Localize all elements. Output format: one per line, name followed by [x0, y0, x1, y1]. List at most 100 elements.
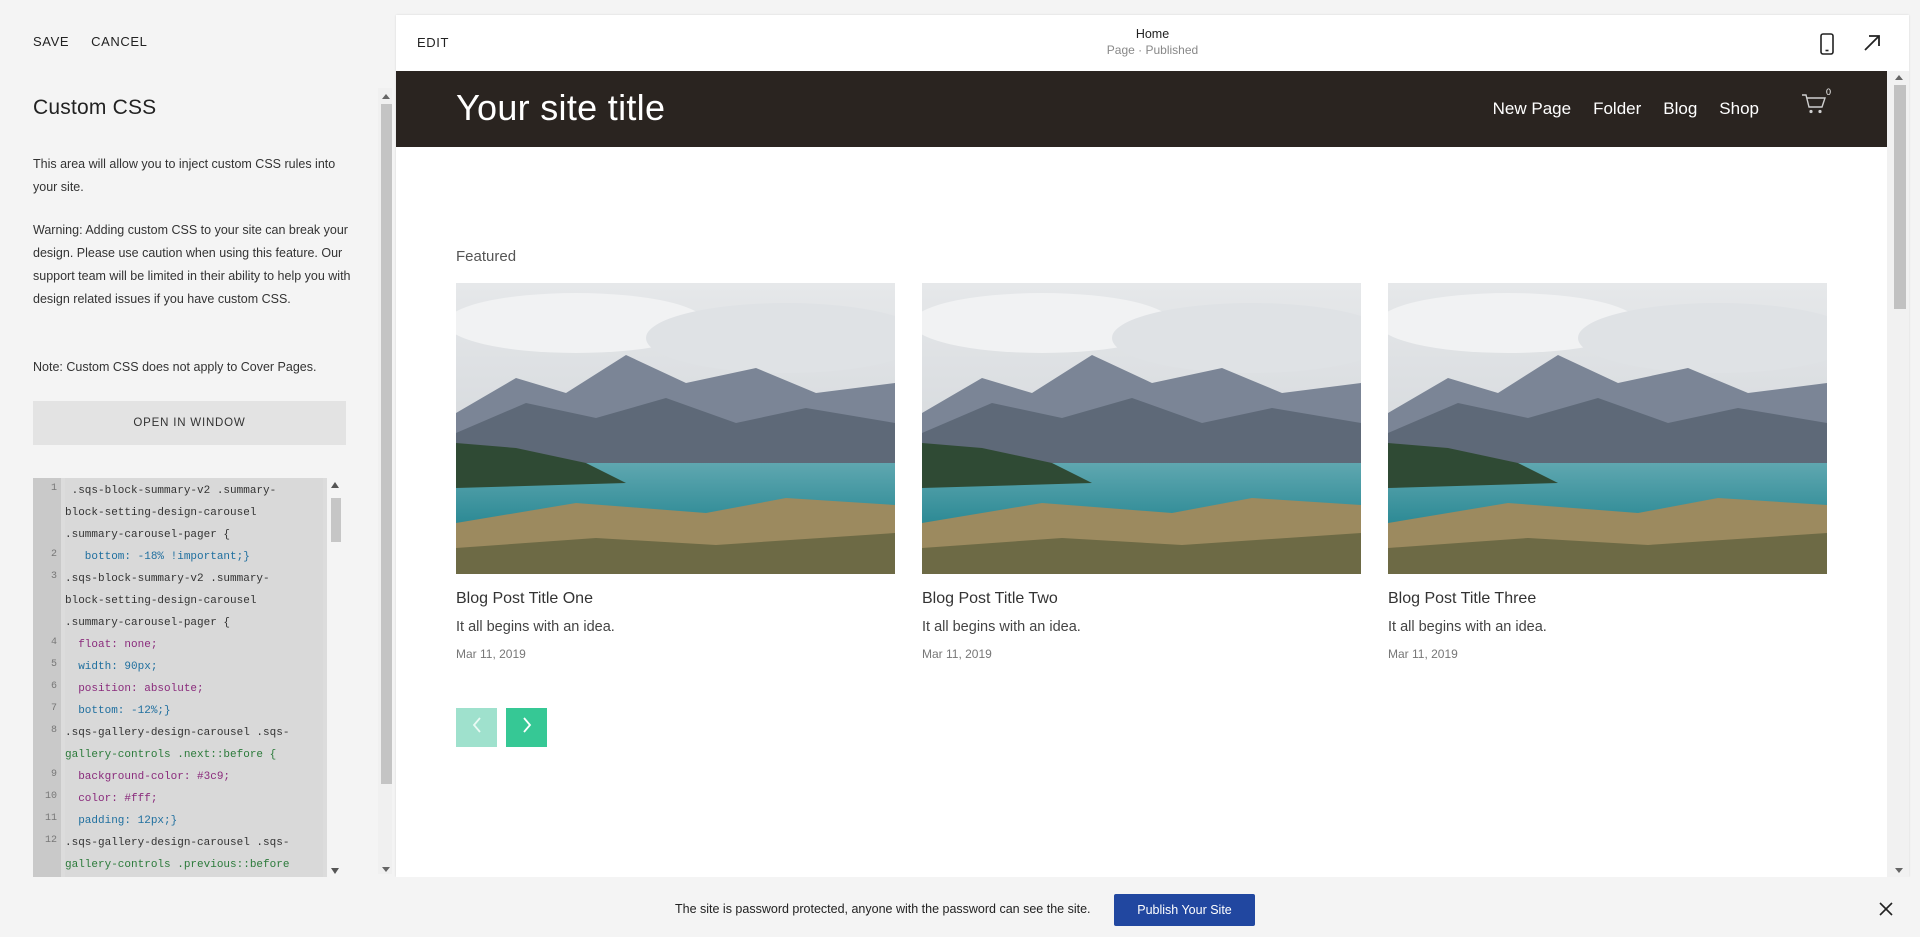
post-image[interactable] — [922, 283, 1361, 574]
line-number: 7 — [50, 703, 57, 714]
code-text-segment: .sqs-gallery-design-carousel .sqs- — [65, 837, 290, 849]
code-text-segment: position: absolute; — [65, 683, 204, 695]
code-text-segment: float: none; — [65, 639, 158, 651]
post-title[interactable]: Blog Post Title One — [456, 589, 895, 609]
scroll-up-arrow-icon[interactable] — [331, 482, 339, 488]
line-number: 4 — [50, 637, 57, 648]
cart-icon[interactable] — [1801, 93, 1827, 120]
line-number: 3 — [50, 571, 57, 582]
code-text-segment: bottom: -18% !important;} — [65, 551, 250, 563]
code-line: block-setting-design-carousel — [65, 502, 323, 524]
code-text-segment: .sqs-block-summary-v2 .summary- — [65, 573, 270, 585]
save-button[interactable]: SAVE — [33, 34, 69, 49]
scroll-up-arrow-icon[interactable] — [382, 94, 390, 99]
code-text-segment: .summary-carousel-pager { — [65, 617, 231, 629]
post-image[interactable] — [456, 283, 895, 574]
site-header: Your site title New Page Folder Blog Sho… — [396, 71, 1887, 147]
blog-post-card[interactable]: Blog Post Title Three It all begins with… — [1388, 283, 1827, 662]
site-title[interactable]: Your site title — [456, 87, 665, 129]
line-number: 12 — [44, 835, 57, 846]
scroll-down-arrow-icon[interactable] — [331, 868, 339, 874]
post-title[interactable]: Blog Post Title Two — [922, 589, 1361, 609]
preview-scrollbar-thumb[interactable] — [1894, 85, 1906, 309]
intro-text: This area will allow you to inject custo… — [33, 157, 336, 194]
blog-post-card[interactable]: Blog Post Title One It all begins with a… — [456, 283, 895, 662]
password-banner: The site is password protected, anyone w… — [0, 877, 1920, 937]
code-text-segment: width: 90px; — [65, 661, 158, 673]
scroll-down-arrow-icon[interactable] — [1895, 868, 1903, 873]
line-number: 6 — [50, 681, 57, 692]
close-icon[interactable] — [1879, 902, 1893, 921]
cart-count: 0 — [1826, 87, 1832, 97]
code-line: 12 .sqs-gallery-design-carousel .sqs- — [45, 832, 323, 854]
nav-item-new-page[interactable]: New Page — [1493, 99, 1571, 119]
code-text-segment: block-setting-design-carousel — [65, 507, 257, 519]
code-text-segment: color: #fff; — [65, 793, 158, 805]
code-line: gallery-controls .next::before { — [65, 744, 323, 766]
line-number: 9 — [50, 769, 57, 780]
site-preview: EDIT Home Page · Published Your site tit… — [396, 15, 1909, 877]
code-scrollbar-thumb[interactable] — [331, 498, 341, 542]
nav-item-folder[interactable]: Folder — [1593, 99, 1641, 119]
scroll-down-arrow-icon[interactable] — [382, 867, 390, 872]
code-line: 8 .sqs-gallery-design-carousel .sqs- — [51, 722, 323, 744]
panel-title: Custom CSS — [33, 96, 157, 119]
scroll-up-arrow-icon[interactable] — [1895, 75, 1903, 80]
carousel-previous-button[interactable] — [456, 708, 497, 747]
line-number: 11 — [44, 813, 57, 824]
code-line: gallery-controls .previous::before — [65, 854, 323, 876]
code-text-segment: gallery-controls .previous::before — [65, 859, 290, 871]
post-excerpt: It all begins with an idea. — [1388, 619, 1547, 635]
mobile-icon[interactable] — [1820, 33, 1834, 60]
nav-item-shop[interactable]: Shop — [1719, 99, 1759, 119]
page-name: Home — [1135, 27, 1170, 41]
code-line: 6 position: absolute; — [51, 678, 323, 700]
code-text-segment: .summary-carousel-pager { — [65, 529, 231, 541]
code-line: 5 width: 90px; — [51, 656, 323, 678]
panel-scrollbar[interactable] — [378, 88, 392, 874]
post-date: Mar 11, 2019 — [456, 647, 526, 661]
code-scrollbar[interactable] — [327, 478, 345, 878]
code-line: .summary-carousel-pager { — [65, 524, 323, 546]
open-in-window-button[interactable]: OPEN IN WINDOW — [33, 401, 346, 445]
chevron-right-icon — [521, 717, 533, 738]
panel-scrollbar-thumb[interactable] — [381, 104, 392, 784]
code-text[interactable]: 1 .sqs-block-summary-v2 .summary- block-… — [45, 478, 323, 878]
code-text-segment: .sqs-gallery-design-carousel .sqs- — [65, 727, 290, 739]
nav-item-blog[interactable]: Blog — [1663, 99, 1697, 119]
note-text: Note: Custom CSS does not apply to Cover… — [33, 360, 317, 374]
post-date: Mar 11, 2019 — [922, 647, 992, 661]
blog-post-card[interactable]: Blog Post Title Two It all begins with a… — [922, 283, 1361, 662]
custom-css-panel: SAVE CANCEL Custom CSS This area will al… — [0, 0, 392, 937]
code-line: 11 padding: 12px;} — [45, 810, 323, 832]
code-line: 7 bottom: -12%;} — [51, 700, 323, 722]
cancel-button[interactable]: CANCEL — [91, 34, 147, 49]
line-number: 8 — [50, 725, 57, 736]
site-nav: New Page Folder Blog Shop — [1493, 99, 1759, 119]
code-line: .summary-carousel-pager { — [65, 612, 323, 634]
code-line: 4 float: none; — [51, 634, 323, 656]
carousel-next-button[interactable] — [506, 708, 547, 747]
line-number: 1 — [50, 483, 57, 494]
chevron-left-icon — [471, 717, 483, 738]
css-code-editor[interactable]: 1 .sqs-block-summary-v2 .summary- block-… — [33, 478, 345, 878]
line-number: 5 — [50, 659, 57, 670]
line-number: 2 — [50, 549, 57, 560]
featured-label: Featured — [456, 248, 517, 265]
publish-site-button[interactable]: Publish Your Site — [1114, 894, 1255, 926]
code-line: 10 color: #fff; — [45, 788, 323, 810]
post-excerpt: It all begins with an idea. — [456, 619, 615, 635]
warning-text: Warning: Adding custom CSS to your site … — [33, 223, 351, 306]
panel-actions: SAVE CANCEL — [33, 34, 147, 49]
post-image[interactable] — [1388, 283, 1827, 574]
open-external-icon[interactable] — [1862, 33, 1882, 58]
post-title[interactable]: Blog Post Title Three — [1388, 589, 1827, 609]
line-number: 10 — [44, 791, 57, 802]
code-text-segment: gallery-controls .next::before { — [65, 749, 277, 761]
code-text-segment: background-color: #3c9; — [65, 771, 231, 783]
password-message: The site is password protected, anyone w… — [675, 902, 1091, 916]
page-info: Home Page · Published — [396, 26, 1909, 58]
code-text-segment: padding: 12px;} — [65, 815, 178, 827]
code-line: 9 background-color: #3c9; — [51, 766, 323, 788]
preview-scrollbar[interactable] — [1887, 71, 1909, 877]
